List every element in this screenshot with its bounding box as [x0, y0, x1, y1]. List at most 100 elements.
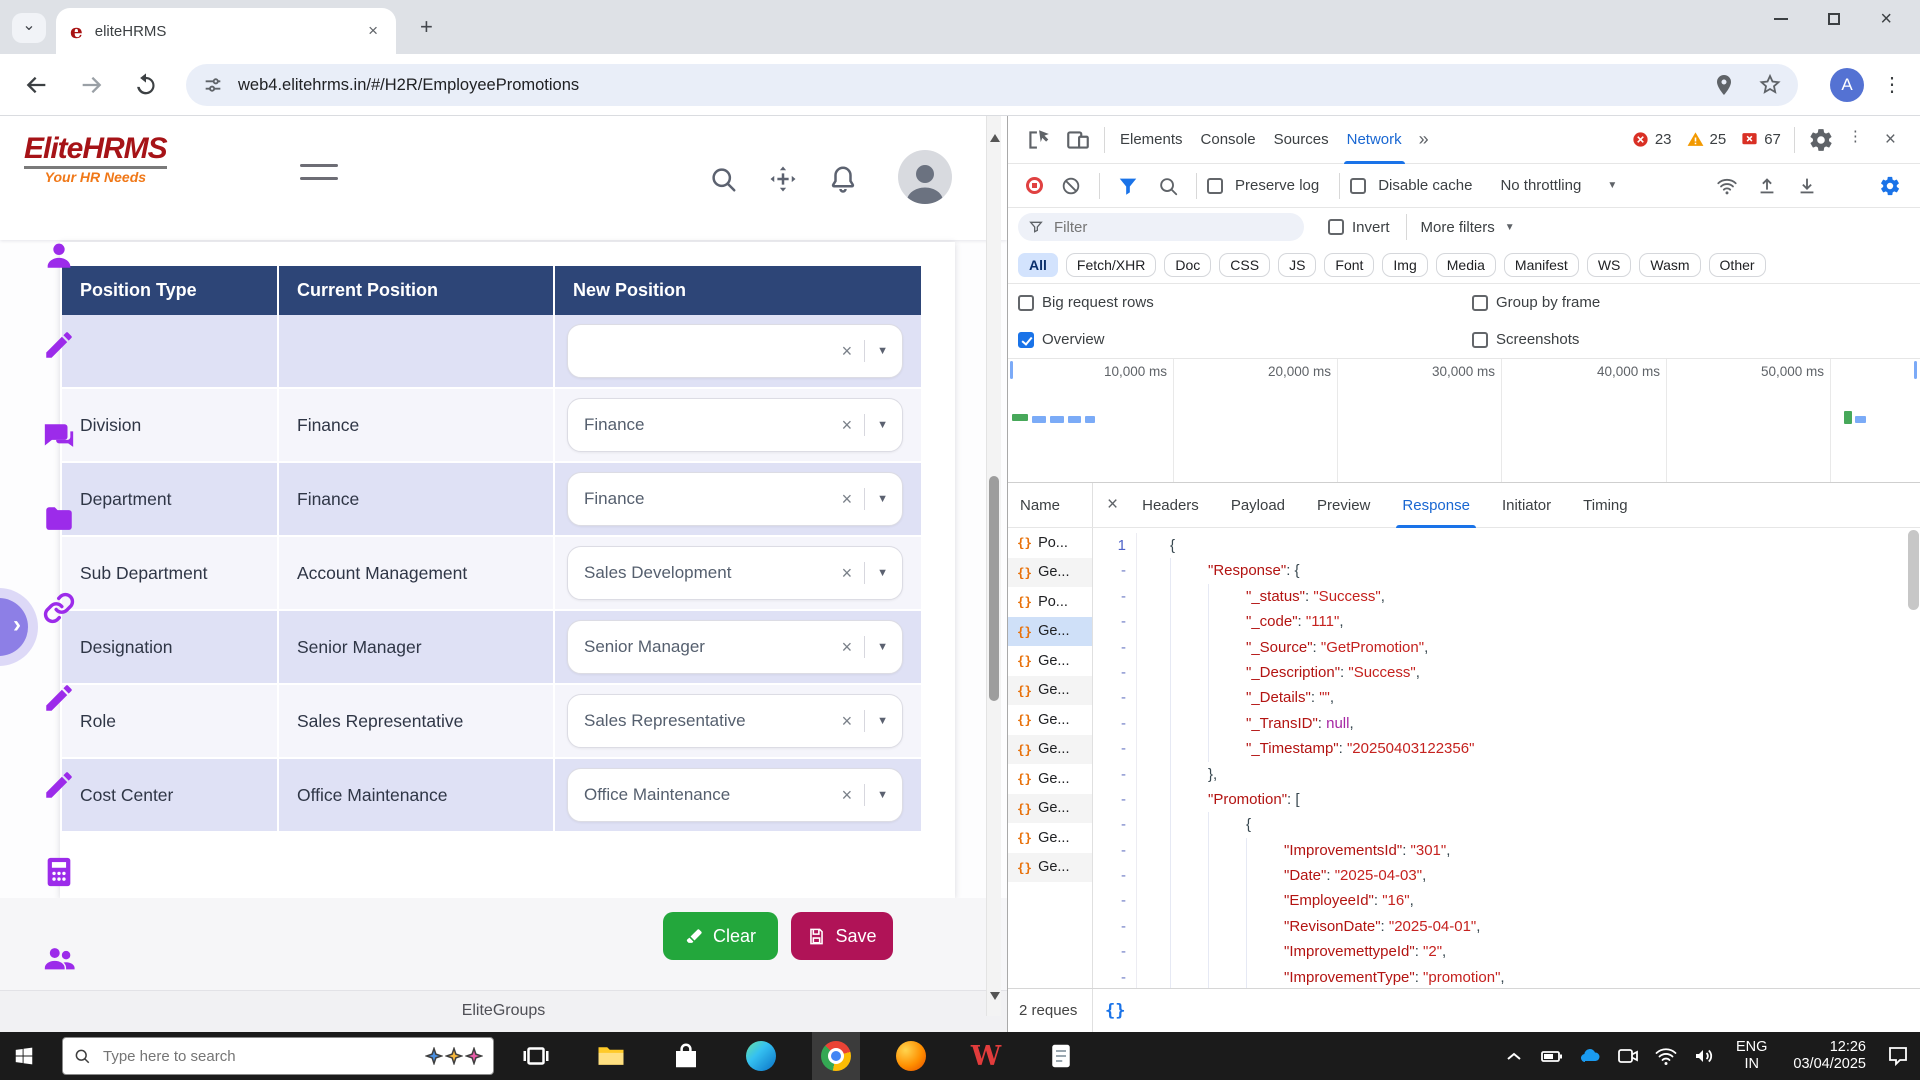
- new-position-select[interactable]: Finance×▼: [567, 398, 903, 452]
- network-conditions-icon[interactable]: [1716, 175, 1738, 197]
- filter-input[interactable]: [1052, 218, 1272, 237]
- taskbar-app-file-explorer[interactable]: [587, 1032, 635, 1080]
- close-detail-icon[interactable]: ×: [1093, 494, 1132, 516]
- gutter-marker[interactable]: 1: [1093, 533, 1137, 558]
- tab-search-button[interactable]: ⌄: [12, 13, 46, 43]
- save-button[interactable]: Save: [791, 912, 893, 960]
- taskbar-app-notepad[interactable]: [1037, 1032, 1085, 1080]
- battery-icon[interactable]: [1540, 1044, 1564, 1068]
- profile-avatar[interactable]: A: [1830, 68, 1864, 102]
- scroll-up-arrow-icon[interactable]: [990, 134, 1000, 142]
- copilot-sparkle-icon[interactable]: [425, 1047, 483, 1065]
- device-toolbar-icon[interactable]: [1065, 127, 1091, 153]
- tab-close-icon[interactable]: ×: [364, 21, 382, 41]
- devtools-settings-gear-icon[interactable]: [1808, 127, 1834, 153]
- gutter-marker[interactable]: -: [1093, 965, 1137, 988]
- gutter-marker[interactable]: -: [1093, 787, 1137, 812]
- network-overview-timeline[interactable]: 10,000 ms20,000 ms30,000 ms40,000 ms50,0…: [1008, 359, 1920, 483]
- gutter-marker[interactable]: -: [1093, 736, 1137, 761]
- inspect-element-icon[interactable]: [1025, 127, 1051, 153]
- filter-chip-doc[interactable]: Doc: [1164, 253, 1211, 277]
- filter-chip-fetchxhr[interactable]: Fetch/XHR: [1066, 253, 1156, 277]
- calculator-icon[interactable]: [42, 855, 76, 889]
- dropdown-caret-icon[interactable]: ▼: [865, 567, 888, 579]
- disable-cache-checkbox[interactable]: [1350, 178, 1366, 194]
- request-row[interactable]: {}Ge...: [1008, 676, 1092, 706]
- scrollbar-thumb[interactable]: [989, 476, 999, 701]
- forward-button[interactable]: [78, 71, 106, 99]
- dropdown-caret-icon[interactable]: ▼: [865, 715, 888, 727]
- gutter-marker[interactable]: -: [1093, 685, 1137, 710]
- gutter-marker[interactable]: -: [1093, 812, 1137, 837]
- hamburger-menu-icon[interactable]: [300, 164, 338, 190]
- filter-chip-img[interactable]: Img: [1382, 253, 1427, 277]
- detail-tab-timing[interactable]: Timing: [1573, 483, 1637, 528]
- request-row[interactable]: {}Ge...: [1008, 853, 1092, 883]
- chat-icon[interactable]: [42, 420, 76, 454]
- clear-selection-icon[interactable]: ×: [830, 489, 865, 510]
- users-icon[interactable]: [42, 941, 76, 975]
- address-bar[interactable]: web4.elitehrms.in/#/H2R/EmployeePromotio…: [186, 64, 1798, 106]
- overview-checkbox[interactable]: [1018, 332, 1034, 348]
- gutter-marker[interactable]: -: [1093, 914, 1137, 939]
- gutter-marker[interactable]: -: [1093, 660, 1137, 685]
- onedrive-cloud-icon[interactable]: [1578, 1044, 1602, 1068]
- gutter-marker[interactable]: -: [1093, 939, 1137, 964]
- taskbar-app-wps[interactable]: W: [962, 1032, 1010, 1080]
- devtools-tab-sources[interactable]: Sources: [1265, 116, 1338, 164]
- taskbar-app-firefox[interactable]: [887, 1032, 935, 1080]
- back-button[interactable]: [22, 71, 50, 99]
- tray-chevron-up-icon[interactable]: [1502, 1044, 1526, 1068]
- filter-input-wrap[interactable]: [1018, 213, 1304, 241]
- request-row[interactable]: {}Ge...: [1008, 558, 1092, 588]
- pencil-icon[interactable]: [42, 328, 76, 362]
- dropdown-caret-icon[interactable]: ▼: [865, 345, 888, 357]
- request-row[interactable]: {}Ge...: [1008, 646, 1092, 676]
- preserve-log-checkbox[interactable]: [1207, 178, 1223, 194]
- clear-button[interactable]: Clear: [663, 912, 778, 960]
- devtools-tab-network[interactable]: Network: [1338, 116, 1411, 164]
- taskbar-app-edge[interactable]: [737, 1032, 785, 1080]
- language-indicator[interactable]: ENG IN: [1730, 1039, 1773, 1073]
- detail-tab-initiator[interactable]: Initiator: [1492, 483, 1561, 528]
- camera-meet-icon[interactable]: [1616, 1044, 1640, 1068]
- volume-icon[interactable]: [1692, 1044, 1716, 1068]
- gutter-marker[interactable]: -: [1093, 609, 1137, 634]
- window-maximize-icon[interactable]: [1828, 13, 1840, 25]
- new-tab-button[interactable]: +: [420, 14, 433, 40]
- taskbar-clock[interactable]: 12:26 03/04/2025: [1787, 1039, 1872, 1073]
- filter-chip-manifest[interactable]: Manifest: [1504, 253, 1579, 277]
- detail-tab-payload[interactable]: Payload: [1221, 483, 1295, 528]
- console-errors-badge[interactable]: 23: [1631, 130, 1672, 149]
- big-request-rows-checkbox[interactable]: [1018, 295, 1034, 311]
- action-center-icon[interactable]: [1886, 1044, 1910, 1068]
- dropdown-caret-icon[interactable]: ▼: [865, 641, 888, 653]
- app-logo[interactable]: EliteHRMS Your HR Needs: [24, 132, 167, 185]
- filter-chip-css[interactable]: CSS: [1219, 253, 1270, 277]
- dropdown-caret-icon[interactable]: ▼: [865, 419, 888, 431]
- page-scrollbar[interactable]: [986, 116, 1001, 1016]
- detail-tab-preview[interactable]: Preview: [1307, 483, 1380, 528]
- taskbar-app-task-view[interactable]: [512, 1032, 560, 1080]
- overview-left-handle[interactable]: [1010, 361, 1013, 379]
- more-tabs-icon[interactable]: »: [1411, 129, 1437, 150]
- handshake-icon[interactable]: [42, 591, 76, 625]
- devtools-close-icon[interactable]: ×: [1871, 129, 1910, 151]
- gutter-marker[interactable]: -: [1093, 838, 1137, 863]
- console-warnings-badge[interactable]: 25: [1686, 130, 1727, 149]
- search-icon[interactable]: [708, 164, 738, 194]
- gutter-marker[interactable]: -: [1093, 584, 1137, 609]
- taskbar-app-chrome[interactable]: [812, 1032, 860, 1080]
- start-button[interactable]: [0, 1032, 48, 1080]
- gutter-marker[interactable]: -: [1093, 888, 1137, 913]
- network-settings-gear-icon[interactable]: [1879, 175, 1901, 197]
- filter-chip-other[interactable]: Other: [1709, 253, 1766, 277]
- detail-tab-headers[interactable]: Headers: [1132, 483, 1209, 528]
- screenshots-checkbox[interactable]: [1472, 332, 1488, 348]
- devtools-tab-elements[interactable]: Elements: [1111, 116, 1192, 164]
- user-icon[interactable]: [42, 238, 76, 272]
- invert-checkbox[interactable]: [1328, 219, 1344, 235]
- request-row[interactable]: {}Ge...: [1008, 794, 1092, 824]
- request-row[interactable]: {}Ge...: [1008, 705, 1092, 735]
- response-code-view[interactable]: 1{-"Response": {-"_status": "Success",-"…: [1093, 528, 1920, 988]
